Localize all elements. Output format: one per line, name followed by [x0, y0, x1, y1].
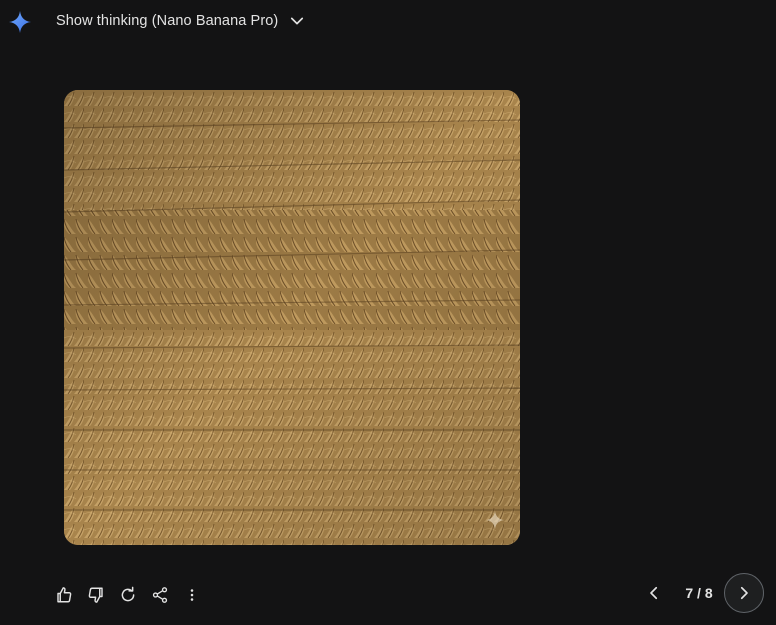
- more-options-button[interactable]: [176, 579, 208, 611]
- regenerate-icon: [121, 586, 135, 602]
- jute-braid-texture: [64, 90, 520, 545]
- chevron-left-icon: [650, 586, 658, 600]
- thumbs-down-button[interactable]: [80, 579, 112, 611]
- response-view: Show thinking (Nano Banana Pro) 7 / 8: [0, 0, 776, 625]
- response-actions: [48, 579, 208, 611]
- response-header: Show thinking (Nano Banana Pro): [0, 0, 776, 42]
- more-vertical-icon: [190, 589, 194, 601]
- page-counter: 7 / 8: [685, 585, 713, 601]
- regenerate-button[interactable]: [112, 579, 144, 611]
- share-icon: [152, 587, 168, 603]
- thumbs-up-icon: [57, 587, 72, 603]
- thumbs-up-button[interactable]: [48, 579, 80, 611]
- show-thinking-label: Show thinking (Nano Banana Pro): [56, 13, 279, 29]
- share-button[interactable]: [144, 579, 176, 611]
- generated-image[interactable]: [64, 90, 520, 545]
- show-thinking-toggle[interactable]: Show thinking (Nano Banana Pro): [48, 6, 314, 36]
- previous-image-button[interactable]: [638, 577, 670, 609]
- image-pager: 7 / 8: [638, 573, 764, 613]
- chevron-right-icon: [740, 586, 748, 600]
- chevron-down-icon: [291, 17, 304, 25]
- next-image-button[interactable]: [724, 573, 764, 613]
- thumbs-down-icon: [88, 587, 103, 603]
- gemini-spark-icon: [9, 11, 31, 33]
- sparkle-watermark-icon: [485, 510, 505, 530]
